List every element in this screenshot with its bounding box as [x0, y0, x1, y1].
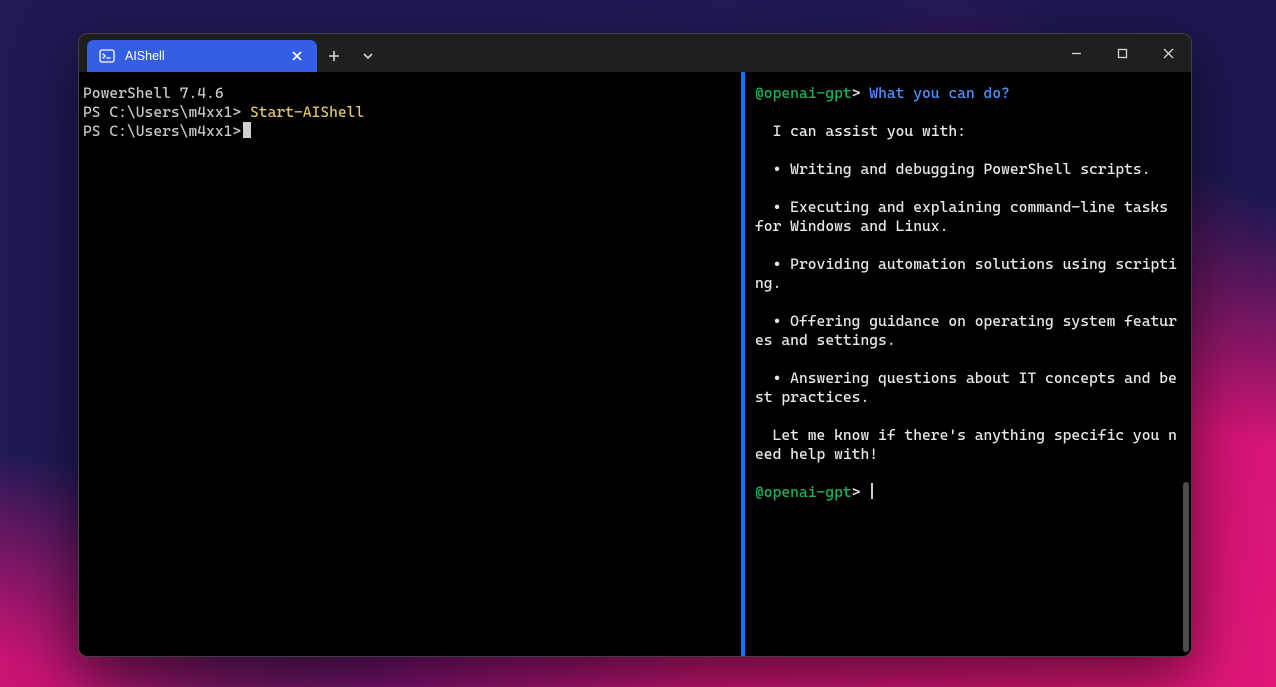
tab-dropdown-button[interactable]	[351, 40, 385, 72]
ai-bullet-1: • Executing and explaining command-line …	[755, 198, 1177, 235]
titlebar[interactable]: AIShell	[79, 34, 1191, 72]
ai-bullet-2-text: Providing automation solutions using scr…	[755, 255, 1177, 292]
ai-bullet-3-text: Offering guidance on operating system fe…	[755, 312, 1177, 349]
ai-bullet-0: • Writing and debugging PowerShell scrip…	[773, 160, 1151, 178]
new-tab-button[interactable]	[317, 40, 351, 72]
ai-gt-2: >	[852, 483, 861, 501]
ps-prompt-2-prefix: PS C:\Users\m4xx1>	[83, 122, 241, 140]
ai-pane[interactable]: @openai-gpt> What you can do? I can assi…	[745, 72, 1191, 656]
powershell-pane[interactable]: PowerShell 7.4.6 PS C:\Users\m4xx1> Star…	[79, 72, 741, 656]
panes: PowerShell 7.4.6 PS C:\Users\m4xx1> Star…	[79, 72, 1191, 656]
close-window-button[interactable]	[1145, 34, 1191, 72]
window-controls	[1053, 34, 1191, 72]
ai-bullet-1-text: Executing and explaining command-line ta…	[755, 198, 1177, 235]
ai-cursor	[871, 483, 873, 499]
tab-close-button[interactable]	[287, 46, 307, 66]
ai-bullet-4-text: Answering questions about IT concepts an…	[755, 369, 1177, 406]
ai-bullet-4: • Answering questions about IT concepts …	[755, 369, 1177, 406]
ai-intro: I can assist you with:	[773, 122, 966, 140]
scrollbar-thumb[interactable]	[1183, 482, 1189, 652]
powershell-output: PowerShell 7.4.6 PS C:\Users\m4xx1> Star…	[83, 84, 729, 141]
aishell-icon	[99, 48, 115, 64]
tab-aishell[interactable]: AIShell	[87, 40, 317, 72]
maximize-button[interactable]	[1099, 34, 1145, 72]
ai-agent-name-2: @openai-gpt	[755, 483, 852, 501]
tabs-region: AIShell	[79, 34, 385, 72]
ai-output: @openai-gpt> What you can do? I can assi…	[755, 84, 1177, 502]
ai-outro: Let me know if there's anything specific…	[755, 426, 1177, 463]
ps-cursor	[243, 122, 251, 138]
ps-banner: PowerShell 7.4.6	[83, 84, 224, 102]
ps-prompt-1-command: Start-AIShell	[250, 103, 364, 121]
ai-bullet-3: • Offering guidance on operating system …	[755, 312, 1177, 349]
ps-prompt-1-prefix: PS C:\Users\m4xx1>	[83, 103, 250, 121]
tab-title: AIShell	[125, 49, 277, 63]
ai-gt-1: >	[852, 84, 861, 102]
ai-bullet-2: • Providing automation solutions using s…	[755, 255, 1177, 292]
minimize-button[interactable]	[1053, 34, 1099, 72]
ai-user-question: What you can do?	[869, 84, 1010, 102]
ai-agent-name-1: @openai-gpt	[755, 84, 852, 102]
ai-bullet-0-text: Writing and debugging PowerShell scripts…	[790, 160, 1150, 178]
terminal-window: AIShell	[78, 33, 1192, 657]
